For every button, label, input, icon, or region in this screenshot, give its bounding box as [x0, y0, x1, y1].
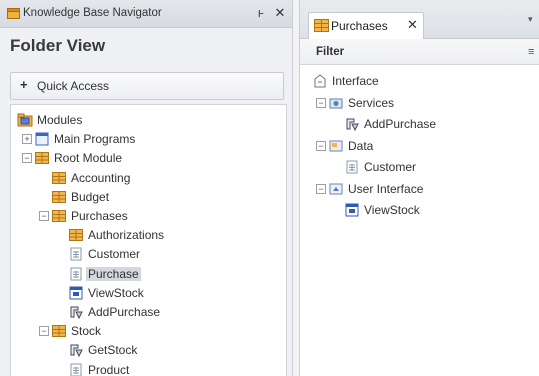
tree-item-label: Customer	[364, 160, 417, 174]
table-icon	[68, 246, 84, 262]
tree-item-label: Main Programs	[54, 132, 136, 147]
tree-item[interactable]: − User Interface	[300, 180, 539, 198]
tree-item-label: AddPurchase	[364, 117, 437, 131]
tree-item[interactable]: AddPurchase	[11, 303, 284, 321]
tree-item-label: Authorizations	[88, 228, 165, 243]
tree-item-label: Product	[88, 362, 130, 376]
tab-close-icon[interactable]: ✕	[407, 17, 418, 33]
tree-item[interactable]: Budget	[11, 188, 284, 206]
tree-item-label: Stock	[71, 324, 102, 339]
filter-button[interactable]: Filter	[316, 46, 344, 58]
tree-item[interactable]: Customer	[300, 158, 539, 176]
panel-icon	[344, 202, 360, 218]
navigator-window-icon	[7, 8, 20, 19]
tree-item-label: Customer	[88, 247, 141, 262]
tree-item-label: ViewStock	[88, 285, 144, 300]
filter-menu-icon[interactable]: ≡	[528, 46, 534, 58]
tree-item[interactable]: GetStock	[11, 341, 284, 359]
app-window: Knowledge Base Navigator ͱ ✕ Folder View…	[0, 0, 539, 376]
module-icon	[68, 227, 84, 243]
tree-item[interactable]: AddPurchase	[300, 115, 539, 133]
tree-item[interactable]: + Main Programs	[11, 130, 284, 148]
tree-item[interactable]: ViewStock	[300, 201, 539, 219]
tree-item[interactable]: Accounting	[11, 169, 284, 187]
knowledge-base-navigator-panel: Knowledge Base Navigator ͱ ✕ Folder View…	[0, 0, 293, 376]
interface-icon	[312, 73, 328, 89]
navigator-close-button[interactable]: ✕	[273, 5, 287, 21]
main-programs-icon	[34, 131, 50, 147]
tree-item-label: Root Module	[54, 151, 123, 166]
tab-purchases-label: Purchases	[331, 19, 388, 33]
tree-item-label: Budget	[71, 189, 110, 204]
filter-bar: Filter ≡	[300, 39, 539, 65]
tree-item[interactable]: − Stock	[11, 322, 284, 340]
folder-tree: Modules + Main Programs − Root Module Account…	[10, 104, 287, 376]
tree-item[interactable]: Purchase	[11, 265, 284, 283]
collapse-icon[interactable]: −	[22, 153, 32, 164]
expand-icon[interactable]: +	[22, 134, 32, 145]
collapse-icon[interactable]: −	[39, 211, 49, 221]
tree-item-label: GetStock	[88, 343, 138, 358]
navigator-titlebar: Knowledge Base Navigator ͱ ✕	[0, 0, 292, 28]
collapse-icon[interactable]: −	[39, 326, 49, 337]
procedure-icon	[68, 342, 84, 358]
data-icon	[328, 138, 344, 154]
module-icon	[51, 189, 67, 205]
user-interface-icon	[328, 181, 344, 197]
tree-item[interactable]: Interface	[300, 72, 539, 90]
tree-item-label: Services	[348, 95, 395, 110]
module-icon	[314, 19, 329, 32]
tab-strip: Purchases ✕ ▾	[300, 0, 539, 39]
tree-item-label: Accounting	[71, 170, 131, 185]
tree-item[interactable]: Product	[11, 361, 284, 376]
tree-item[interactable]: ViewStock	[11, 284, 284, 302]
purchases-panel: Purchases ✕ ▾ Filter ≡ Interface − Service…	[299, 0, 539, 376]
table-icon	[68, 362, 84, 376]
pin-icon[interactable]: ͱ	[255, 6, 267, 20]
module-icon	[51, 170, 67, 186]
tree-item[interactable]: Modules	[11, 111, 284, 129]
tree-item[interactable]: Authorizations	[11, 226, 284, 244]
tree-item-label: Data	[348, 138, 374, 153]
module-icon	[51, 323, 67, 339]
procedure-icon	[68, 304, 84, 320]
tree-item-label: ViewStock	[364, 203, 420, 217]
procedure-icon	[344, 116, 360, 132]
services-icon	[328, 95, 344, 111]
modules-icon	[17, 112, 33, 128]
tree-item-label: Purchase	[86, 266, 141, 281]
table-icon	[344, 159, 360, 175]
module-icon	[51, 208, 67, 224]
collapse-icon[interactable]: −	[316, 97, 326, 108]
panel-icon	[68, 285, 84, 301]
tree-item[interactable]: − Services	[300, 94, 539, 112]
tree-item-label: Interface	[332, 74, 379, 88]
tree-item[interactable]: Customer	[11, 245, 284, 263]
module-icon	[34, 150, 50, 166]
tree-item-label: Modules	[37, 113, 83, 127]
folder-view-title: Folder View	[10, 36, 106, 55]
tab-purchases[interactable]: Purchases ✕	[308, 12, 424, 39]
navigator-title: Knowledge Base Navigator	[23, 7, 162, 19]
chevron-down-icon[interactable]: ▾	[528, 14, 533, 25]
tree-item[interactable]: − Data	[300, 137, 539, 155]
table-icon	[68, 266, 84, 282]
quick-access-label: Quick Access	[37, 79, 110, 93]
collapse-icon[interactable]: −	[316, 140, 326, 151]
tree-item[interactable]: − Purchases	[11, 207, 284, 225]
tree-item[interactable]: − Root Module	[11, 149, 284, 167]
collapse-icon[interactable]: −	[316, 183, 326, 194]
tree-item-label: Purchases	[71, 209, 128, 223]
tree-item-label: User Interface	[348, 181, 424, 196]
module-contents-tree: Interface − Services AddPurchase − Data Custom…	[300, 65, 539, 376]
quick-access-button[interactable]: + Quick Access	[10, 72, 284, 100]
plus-icon: +	[20, 77, 28, 92]
tree-item-label: AddPurchase	[88, 305, 161, 319]
